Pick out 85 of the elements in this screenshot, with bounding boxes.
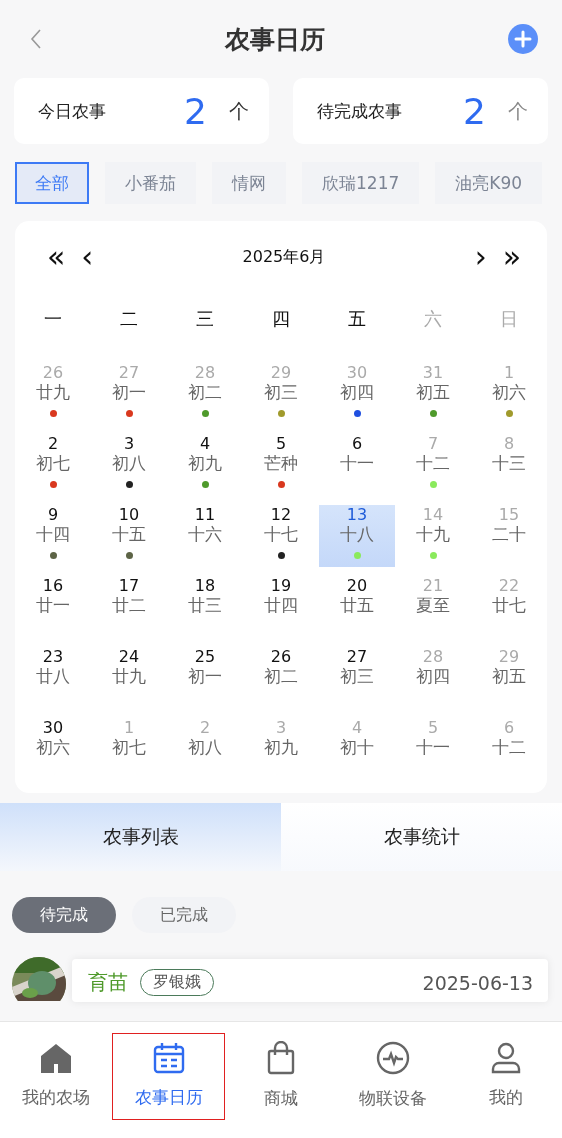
page-title: 农事日历 [225,23,325,56]
stat-value: 2 [463,90,486,132]
shopping-bag-icon [267,1040,295,1075]
view-tab[interactable]: 农事统计 [281,803,562,871]
day-cell[interactable]: 5 芒种 [243,434,319,496]
calendar-icon [152,1041,185,1074]
previous-month-button[interactable]: ‹ [73,242,102,272]
weekday-label: 三 [195,307,215,331]
view-tab[interactable]: 农事列表 [0,803,281,871]
day-cell[interactable]: 29 初五 [471,647,547,709]
month-label: 2025年6月 [241,246,327,268]
day-cell[interactable]: 1 初六 [471,363,547,425]
weekday-label: 六 [423,307,443,331]
crop-filter-chip[interactable]: 情网 [212,162,286,204]
day-cell[interactable]: 18 廿三 [167,576,243,638]
day-cell[interactable]: 4 初九 [167,434,243,496]
day-cell[interactable]: 10 十五 [91,505,167,567]
weekday-label: 二 [119,307,139,331]
user-icon [489,1041,522,1074]
next-year-button[interactable]: » [494,242,529,272]
tab-bar-item[interactable]: 商城 [224,1031,338,1121]
stat-unit: 个 [508,97,528,125]
crop-filter-chip[interactable]: 油亮K90 [435,162,543,204]
day-cell[interactable]: 22 廿七 [471,576,547,638]
tab-bar-item[interactable]: 我的农场 [0,1032,113,1120]
pulse-icon [376,1040,411,1075]
day-cell[interactable]: 28 初四 [395,647,471,709]
day-cell[interactable]: 8 十三 [471,434,547,496]
crop-filter-chip[interactable]: 全部 [15,162,89,204]
tab-bar-item[interactable]: 农事日历 [112,1032,225,1120]
day-cell[interactable]: 27 初三 [319,647,395,709]
tab-bar-item[interactable]: 我的 [449,1032,562,1120]
day-cell[interactable]: 9 十四 [15,505,91,567]
weekday-label: 日 [499,307,519,331]
stat-label: 今日农事 [38,99,107,123]
day-cell[interactable]: 20 廿五 [319,576,395,638]
weekday-label: 一 [43,307,63,331]
task-date: 2025-06-13 [422,971,533,994]
day-cell[interactable]: 15 二十 [471,505,547,567]
day-cell[interactable]: 6 十一 [319,434,395,496]
day-cell[interactable]: 1 初七 [91,718,167,780]
day-cell[interactable]: 28 初二 [167,363,243,425]
house-icon [39,1041,74,1074]
weekday-label: 五 [347,307,367,331]
day-cell[interactable]: 29 初三 [243,363,319,425]
stat-value: 2 [184,90,207,132]
day-cell[interactable]: 3 初八 [91,434,167,496]
day-cell[interactable]: 25 初一 [167,647,243,709]
day-cell[interactable]: 4 初十 [319,718,395,780]
day-cell[interactable]: 19 廿四 [243,576,319,638]
task-card[interactable]: 育苗 罗银娥 2025-06-13 [72,959,548,1002]
day-cell[interactable]: 11 十六 [167,505,243,567]
crop-filter-chip[interactable]: 欣瑞1217 [302,162,420,204]
status-filter-pill[interactable]: 已完成 [132,897,236,933]
day-cell[interactable]: 13 十八 [319,505,395,567]
day-cell[interactable]: 26 廿九 [15,363,91,425]
day-cell[interactable]: 30 初六 [15,718,91,780]
day-cell[interactable]: 7 十二 [395,434,471,496]
day-cell[interactable]: 6 十二 [471,718,547,780]
add-icon[interactable] [508,24,538,54]
day-cell[interactable]: 2 初七 [15,434,91,496]
day-cell[interactable]: 17 廿二 [91,576,167,638]
back-icon[interactable] [30,28,42,50]
day-cell[interactable]: 5 十一 [395,718,471,780]
next-month-button[interactable]: › [466,242,495,272]
crop-filter-chip[interactable]: 小番茄 [105,162,196,204]
day-cell[interactable]: 24 廿九 [91,647,167,709]
task-title: 育苗 [88,969,128,996]
day-cell[interactable]: 27 初一 [91,363,167,425]
day-cell[interactable]: 12 十七 [243,505,319,567]
day-cell[interactable]: 21 夏至 [395,576,471,638]
day-cell[interactable]: 2 初八 [167,718,243,780]
day-cell[interactable]: 16 廿一 [15,576,91,638]
day-cell[interactable]: 23 廿八 [15,647,91,709]
day-cell[interactable]: 26 初二 [243,647,319,709]
stat-unit: 个 [229,97,249,125]
day-cell[interactable]: 14 十九 [395,505,471,567]
day-cell[interactable]: 30 初四 [319,363,395,425]
tab-bar-item[interactable]: 物联设备 [337,1031,450,1121]
weekday-label: 四 [271,307,291,331]
stat-label: 待完成农事 [317,99,403,123]
status-filter-pill[interactable]: 待完成 [12,897,116,933]
previous-year-button[interactable]: « [39,242,74,272]
day-cell[interactable]: 3 初九 [243,718,319,780]
day-cell[interactable]: 31 初五 [395,363,471,425]
